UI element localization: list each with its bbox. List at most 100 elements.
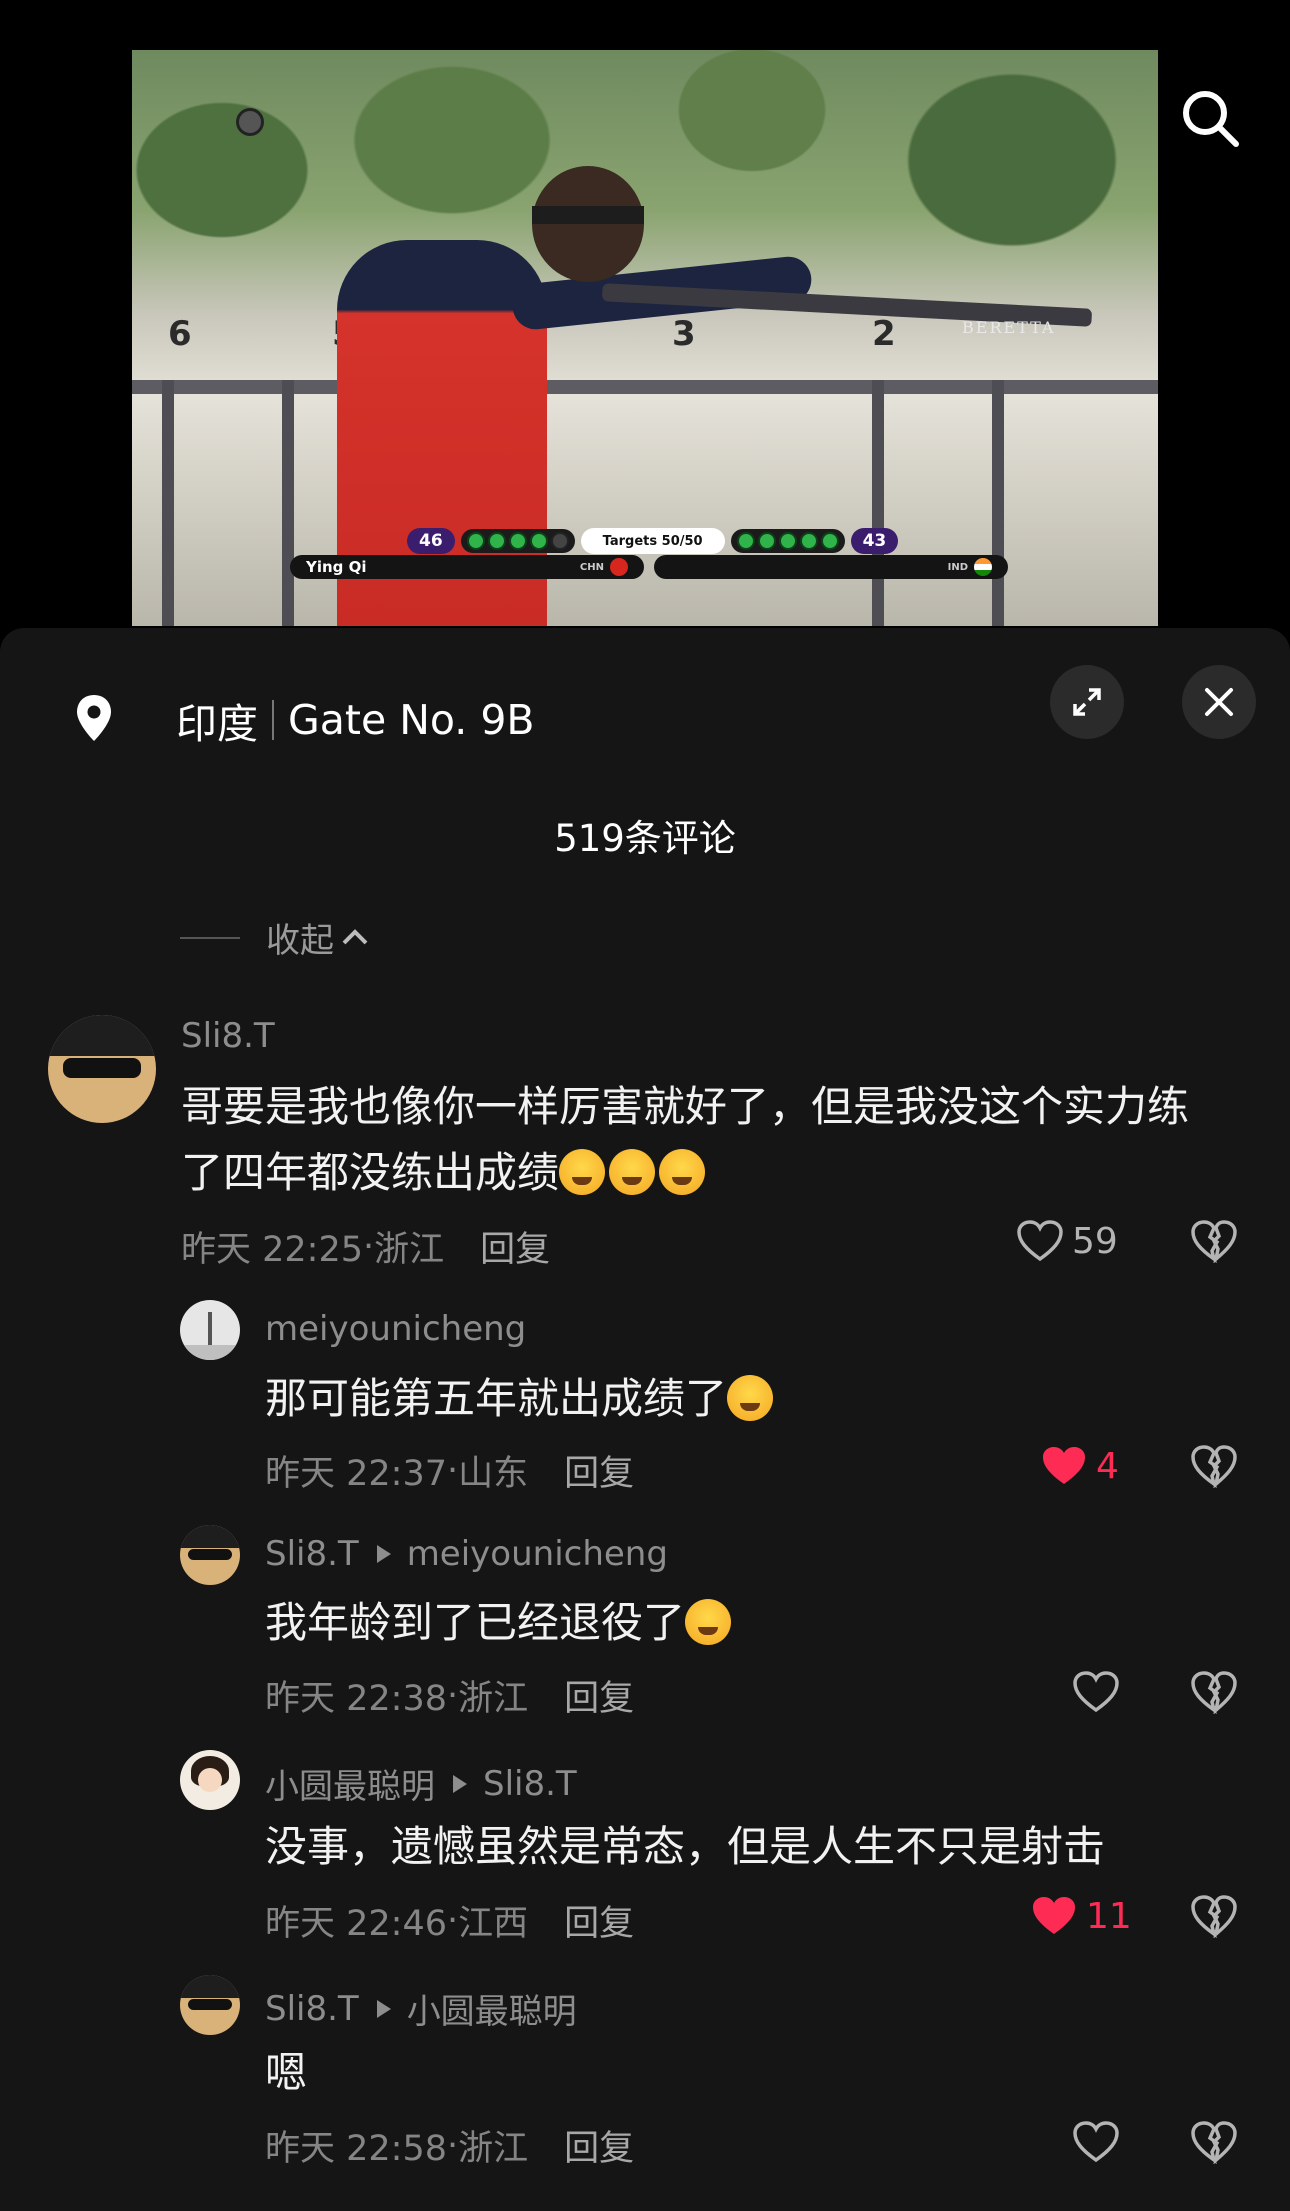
dislike-button[interactable] (1190, 1219, 1238, 1267)
avatar-ground (180, 1345, 240, 1360)
right-score: 43 (850, 528, 899, 554)
collapse-label: 收起 (266, 921, 334, 961)
reply-button[interactable]: 回复 (564, 1670, 634, 1721)
video-railing-post (162, 380, 174, 626)
reply-text-content: 那可能第五年就出成绩了 (265, 1374, 728, 1423)
avatar-hat (48, 1015, 156, 1057)
reply-username[interactable]: meiyounicheng (265, 1309, 526, 1349)
broken-heart-icon (1191, 1220, 1237, 1264)
left-athlete-bar: Ying Qi CHN (290, 555, 644, 579)
athlete-head (532, 166, 644, 282)
like-button[interactable]: 11 (1030, 1894, 1132, 1938)
avatar-glasses (188, 1999, 232, 2010)
athlete-headband (532, 206, 644, 224)
left-country-code: CHN (579, 561, 604, 573)
chevron-up-icon (342, 928, 368, 944)
search-button[interactable] (1172, 80, 1248, 156)
hit-dot (799, 532, 818, 550)
comment-username[interactable]: Sli8.T (181, 1016, 275, 1056)
comment-text-line: 了四年都没练出成绩 (181, 1148, 560, 1197)
dislike-button[interactable] (1190, 1894, 1238, 1942)
dislike-button[interactable] (1190, 1670, 1238, 1718)
hit-dot (508, 532, 527, 550)
reply-text-content: 没事，遗憾虽然是常态，但是人生不只是射击 (265, 1822, 1106, 1871)
like-count: 4 (1096, 1445, 1119, 1487)
comment-region: 山东 (458, 1454, 529, 1494)
reply-arrow-icon (453, 1774, 467, 1793)
comment-time: 昨天 22:58 (265, 2129, 447, 2169)
right-country-code: IND (947, 561, 968, 573)
reply-button[interactable]: 回复 (564, 2120, 634, 2171)
broken-heart-icon (1191, 1895, 1237, 1939)
replied-to-username[interactable]: meiyounicheng (407, 1534, 668, 1574)
scoreboard-names: Ying Qi CHN IND (290, 555, 1008, 579)
reply-button[interactable]: 回复 (480, 1221, 550, 1272)
avatar[interactable] (180, 1975, 240, 2035)
broken-heart-icon (1191, 2121, 1237, 2165)
reply-text: 那可能第五年就出成绩了 (265, 1366, 777, 1432)
location-pin-icon (74, 693, 114, 747)
comment-region: 浙江 (458, 1679, 529, 1719)
avatar[interactable] (180, 1300, 240, 1360)
comment-region: 江西 (458, 1904, 529, 1944)
reply-button[interactable]: 回复 (564, 1895, 634, 1946)
app-root: 6 5 3 2 BERETTA 46 Targets 50/50 (0, 0, 1290, 2211)
location-label[interactable]: 印度 Gate No. 9B (176, 690, 535, 750)
targets-label: Targets 50/50 (580, 528, 725, 554)
reply-username[interactable]: 小圆最聪明 (265, 1759, 435, 1808)
reply-username[interactable]: Sli8.T (265, 1534, 359, 1574)
close-icon (1205, 688, 1233, 716)
video-marker (236, 108, 264, 136)
crying-emoji-icon (609, 1149, 656, 1195)
dislike-button[interactable] (1190, 1444, 1238, 1492)
hit-dot (466, 532, 485, 550)
like-button[interactable] (1072, 2120, 1120, 2164)
replied-to-username[interactable]: 小圆最聪明 (407, 1984, 577, 2033)
avatar[interactable] (180, 1525, 240, 1585)
reply-text: 没事，遗憾虽然是常态，但是人生不只是射击 (265, 1814, 1105, 1880)
expand-button[interactable] (1050, 665, 1124, 739)
reply-arrow-icon (376, 1545, 391, 1563)
video-railing-post (282, 380, 294, 626)
close-button[interactable] (1182, 665, 1256, 739)
location-separator (272, 700, 274, 740)
india-flag-icon (974, 558, 992, 576)
meta-dot: · (363, 1226, 375, 1267)
hit-dot (736, 532, 755, 550)
avatar[interactable] (48, 1015, 156, 1123)
like-button[interactable]: 59 (1016, 1219, 1118, 1263)
hit-dot (757, 532, 776, 550)
heart-icon (1017, 1220, 1063, 1262)
replied-to-username[interactable]: Sli8.T (483, 1764, 577, 1804)
like-button[interactable] (1072, 1670, 1120, 1714)
heart-icon (1073, 2121, 1119, 2163)
comment-time: 昨天 22:25 (181, 1230, 363, 1270)
location-country: 印度 (176, 700, 258, 748)
reply-username[interactable]: Sli8.T (265, 1989, 359, 2029)
reply-username-row: Sli8.T 小圆最聪明 (265, 1984, 577, 2033)
search-icon (1183, 91, 1239, 147)
crying-emoji-icon (659, 1149, 706, 1195)
comment-time: 昨天 22:38 (265, 1679, 447, 1719)
reply-button[interactable]: 回复 (564, 1445, 634, 1496)
reply-meta: 昨天 22:38 · 浙江 回复 (265, 1670, 634, 1721)
video-player[interactable]: 6 5 3 2 BERETTA 46 Targets 50/50 (132, 50, 1158, 626)
avatar-hat (180, 1525, 240, 1548)
comment-time: 昨天 22:37 (265, 1454, 447, 1494)
comment-time: 昨天 22:46 (265, 1904, 447, 1944)
hit-dot (487, 532, 506, 550)
reply-text: 嗯 (265, 2040, 307, 2106)
expand-icon (1073, 688, 1101, 716)
collapse-replies-button[interactable]: 收起 (180, 913, 372, 962)
comment-text-line: 哥要是我也像你一样厉害就好了，但是我没这个实力练 (181, 1082, 1190, 1131)
broken-heart-icon (1191, 1671, 1237, 1715)
crying-emoji-icon (559, 1149, 606, 1195)
left-country: CHN (580, 558, 628, 576)
like-button[interactable]: 4 (1040, 1444, 1119, 1488)
right-athlete-bar: IND (654, 555, 1008, 579)
avatar-hat (180, 1975, 240, 1998)
avatar[interactable] (180, 1750, 240, 1810)
dislike-button[interactable] (1190, 2120, 1238, 2168)
reply-text: 我年龄到了已经退役了 (265, 1590, 735, 1656)
reply-meta: 昨天 22:37 · 山东 回复 (265, 1445, 634, 1496)
